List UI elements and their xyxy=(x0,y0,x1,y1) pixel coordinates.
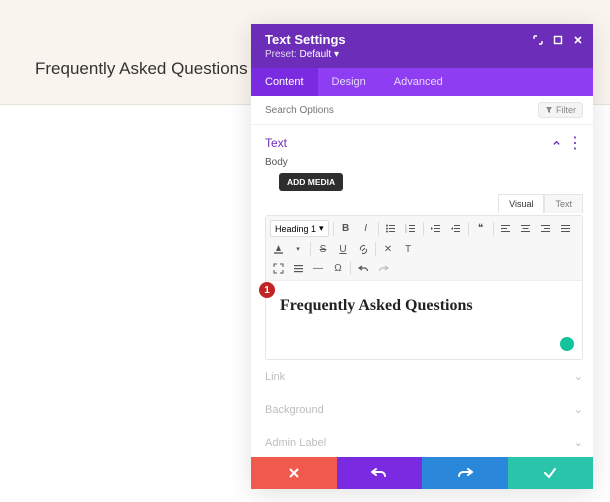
underline-icon[interactable]: U xyxy=(335,241,351,257)
rich-text-editor: Visual Text 1 Heading 1▾ B I 123 xyxy=(265,215,583,360)
section-background[interactable]: Background ⌄ xyxy=(251,393,593,426)
link-icon[interactable] xyxy=(355,241,371,257)
editor-tab-text[interactable]: Text xyxy=(544,194,583,213)
editor-content-heading: Frequently Asked Questions xyxy=(280,297,568,315)
page-heading: Frequently Asked Questions xyxy=(35,59,248,79)
tab-advanced[interactable]: Advanced xyxy=(380,68,457,96)
save-button[interactable] xyxy=(508,457,594,489)
preset-value: Default xyxy=(299,49,331,60)
tab-content[interactable]: Content xyxy=(251,68,318,96)
redo-button[interactable] xyxy=(422,457,508,489)
search-row: Filter xyxy=(251,96,593,125)
grammarly-icon[interactable] xyxy=(560,337,574,351)
section-link[interactable]: Link ⌄ xyxy=(251,360,593,393)
snap-icon[interactable] xyxy=(553,35,563,45)
panel-header: Text Settings Preset: Default ▾ xyxy=(251,24,593,68)
filter-button[interactable]: Filter xyxy=(538,102,583,118)
body-label: Body xyxy=(251,157,593,172)
align-justify-icon[interactable] xyxy=(558,221,574,237)
annotation-marker-1: 1 xyxy=(259,282,275,298)
bold-icon[interactable]: B xyxy=(338,221,354,237)
close-icon[interactable] xyxy=(573,35,583,45)
redo-icon[interactable] xyxy=(375,260,391,276)
italic-icon[interactable]: I xyxy=(358,221,374,237)
ul-icon[interactable] xyxy=(383,221,399,237)
paste-text-icon[interactable]: T xyxy=(400,241,416,257)
search-input[interactable] xyxy=(265,105,538,116)
settings-panel: Text Settings Preset: Default ▾ Content … xyxy=(251,24,593,489)
align-center-icon[interactable] xyxy=(518,221,534,237)
chevron-down-icon: ⌄ xyxy=(574,370,583,383)
tab-design[interactable]: Design xyxy=(318,68,380,96)
kebab-icon[interactable]: ⋮ xyxy=(567,133,583,153)
collapse-icon[interactable] xyxy=(549,136,563,150)
indent-icon[interactable] xyxy=(448,221,464,237)
undo-icon[interactable] xyxy=(355,260,371,276)
clear-format-icon[interactable]: ✕ xyxy=(380,241,396,257)
panel-title: Text Settings xyxy=(265,32,533,47)
color-icon[interactable] xyxy=(270,241,286,257)
ol-icon[interactable]: 123 xyxy=(403,221,419,237)
tab-bar: Content Design Advanced xyxy=(251,68,593,96)
editor-tab-visual[interactable]: Visual xyxy=(498,194,544,213)
add-media-button[interactable]: ADD MEDIA xyxy=(279,173,343,191)
panel-footer xyxy=(251,457,593,489)
quote-icon[interactable]: ❝ xyxy=(473,221,489,237)
editor-canvas[interactable]: Frequently Asked Questions xyxy=(266,281,582,359)
expand-icon[interactable] xyxy=(533,35,543,45)
special-char-icon[interactable]: Ω xyxy=(330,260,346,276)
format-select[interactable]: Heading 1▾ xyxy=(270,220,329,237)
outdent-icon[interactable] xyxy=(428,221,444,237)
hr-icon[interactable]: — xyxy=(310,260,326,276)
strike-icon[interactable]: S xyxy=(315,241,331,257)
align-left-icon[interactable] xyxy=(498,221,514,237)
color-dropdown-icon[interactable]: ▾ xyxy=(290,241,306,257)
preset-label: Preset: xyxy=(265,49,297,60)
filter-label: Filter xyxy=(556,105,576,115)
svg-text:3: 3 xyxy=(405,230,407,234)
undo-button[interactable] xyxy=(337,457,423,489)
chevron-down-icon: ⌄ xyxy=(574,436,583,449)
section-admin-label[interactable]: Admin Label ⌄ xyxy=(251,426,593,457)
discard-button[interactable] xyxy=(251,457,337,489)
align-right-icon[interactable] xyxy=(538,221,554,237)
more-icon[interactable] xyxy=(290,260,306,276)
section-title-text: Text xyxy=(265,136,549,150)
preset-selector[interactable]: Preset: Default ▾ xyxy=(251,49,593,68)
fullscreen-icon[interactable] xyxy=(270,260,286,276)
editor-toolbar: Heading 1▾ B I 123 ❝ xyxy=(266,216,582,281)
chevron-down-icon: ⌄ xyxy=(574,403,583,416)
